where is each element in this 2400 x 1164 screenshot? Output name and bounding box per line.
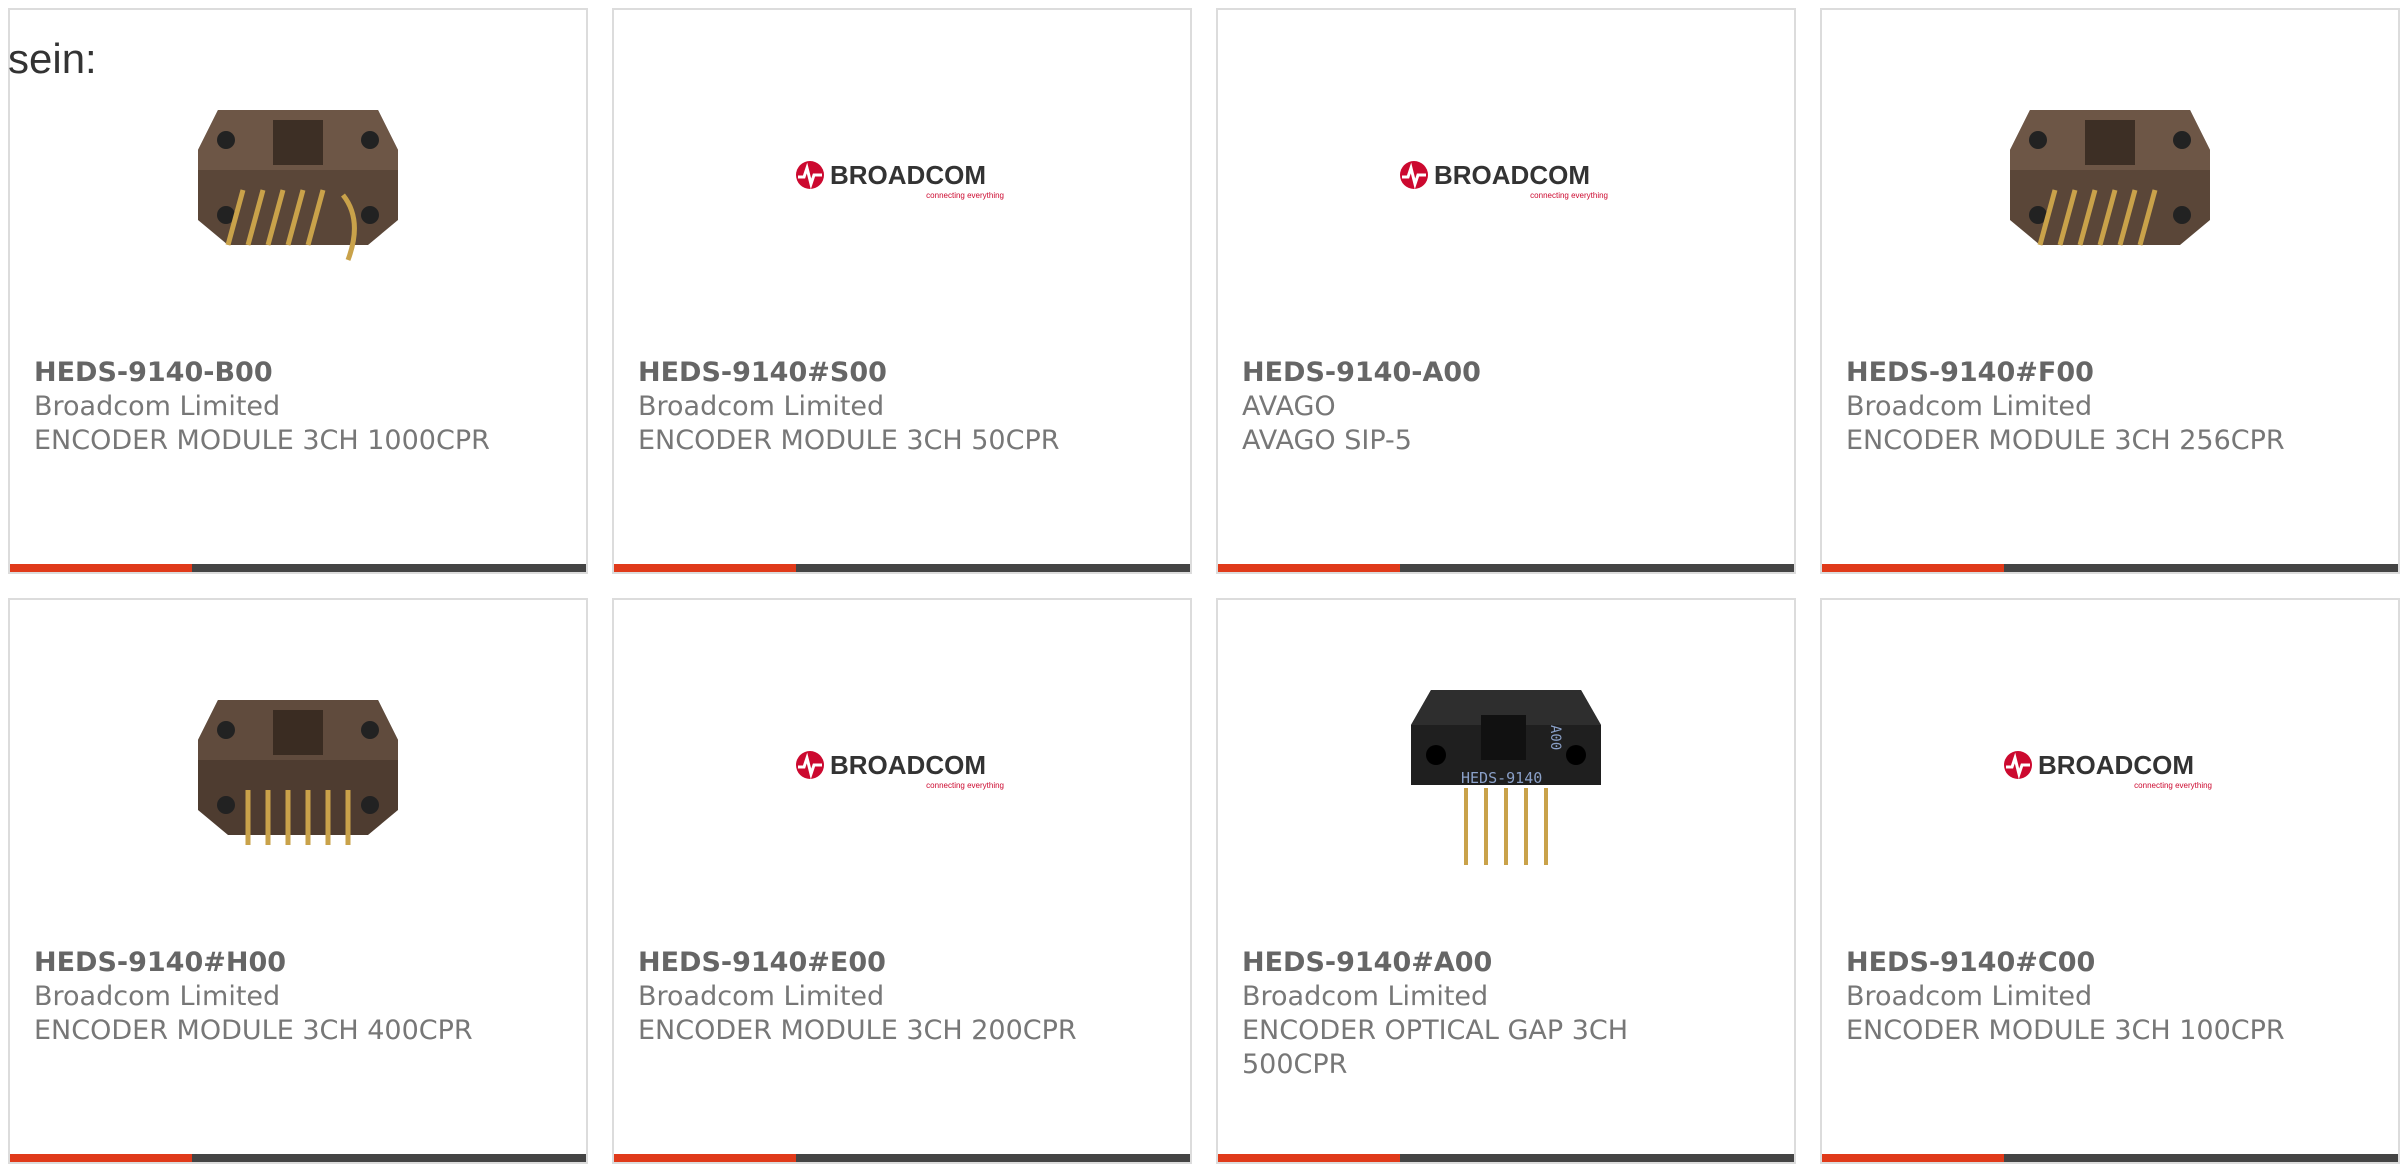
encoder-module-icon <box>198 700 398 845</box>
manufacturer: Broadcom Limited <box>638 391 885 422</box>
card-bar <box>614 1154 1190 1162</box>
logo-wordmark: BROADCOM <box>2038 750 2194 780</box>
product-info: HEDS-9140#A00 Broadcom Limited ENCODER O… <box>1242 946 1770 1082</box>
card-bar <box>614 564 1190 572</box>
product-card[interactable]: BROADCOM connecting everything HEDS-9140… <box>1820 598 2400 1164</box>
description: ENCODER MODULE 3CH 200CPR <box>638 1015 1077 1046</box>
product-info: HEDS-9140-B00 Broadcom Limited ENCODER M… <box>34 356 562 458</box>
encoder-module-icon <box>2010 110 2210 246</box>
product-info: HEDS-9140#F00 Broadcom Limited ENCODER M… <box>1846 356 2374 458</box>
card-bar <box>1822 564 2398 572</box>
product-grid: HEDS-9140-B00 Broadcom Limited ENCODER M… <box>0 0 2400 1164</box>
product-image[interactable] <box>1822 50 2398 310</box>
product-image[interactable] <box>10 640 586 900</box>
product-image[interactable] <box>10 50 586 310</box>
product-info: HEDS-9140#S00 Broadcom Limited ENCODER M… <box>638 356 1166 458</box>
product-info: HEDS-9140-A00 AVAGO AVAGO SIP-5 <box>1242 356 1770 458</box>
card-bar <box>1822 1154 2398 1162</box>
logo-tagline: connecting everything <box>1530 191 1608 200</box>
part-number[interactable]: HEDS-9140#E00 <box>638 946 1166 980</box>
intro-text: sein: <box>8 35 97 82</box>
card-bar-accent <box>10 564 192 572</box>
product-card[interactable]: BROADCOM connecting everything HEDS-9140… <box>1216 8 1796 574</box>
description: ENCODER MODULE 3CH 100CPR <box>1846 1015 2285 1046</box>
part-number[interactable]: HEDS-9140#A00 <box>1242 946 1770 980</box>
broadcom-logo-icon: BROADCOM connecting everything <box>2004 750 2212 790</box>
broadcom-logo-icon: BROADCOM connecting everything <box>1400 160 1608 200</box>
product-info: HEDS-9140#H00 Broadcom Limited ENCODER M… <box>34 946 562 1048</box>
card-bar-accent <box>1218 1154 1400 1162</box>
logo-wordmark: BROADCOM <box>830 750 986 780</box>
manufacturer: Broadcom Limited <box>1242 981 1489 1012</box>
card-bar-accent <box>614 564 796 572</box>
part-number[interactable]: HEDS-9140#C00 <box>1846 946 2374 980</box>
product-image[interactable]: BROADCOM connecting everything <box>1218 50 1794 310</box>
manufacturer: Broadcom Limited <box>34 391 281 422</box>
manufacturer: AVAGO <box>1242 391 1336 422</box>
manufacturer: Broadcom Limited <box>1846 391 2093 422</box>
description: ENCODER MODULE 3CH 256CPR <box>1846 425 2285 456</box>
chip-code: A00 <box>1547 725 1563 750</box>
encoder-module-icon <box>198 110 398 261</box>
logo-wordmark: BROADCOM <box>830 160 986 190</box>
card-bar-accent <box>1218 564 1400 572</box>
product-card[interactable]: HEDS-9140#H00 Broadcom Limited ENCODER M… <box>8 598 588 1164</box>
card-bar-accent <box>1822 1154 2004 1162</box>
description: ENCODER MODULE 3CH 1000CPR <box>34 425 490 456</box>
manufacturer: Broadcom Limited <box>34 981 281 1012</box>
product-card[interactable]: BROADCOM connecting everything HEDS-9140… <box>612 8 1192 574</box>
part-number[interactable]: HEDS-9140#F00 <box>1846 356 2374 390</box>
part-number[interactable]: HEDS-9140#S00 <box>638 356 1166 390</box>
product-image[interactable]: BROADCOM connecting everything <box>614 50 1190 310</box>
part-number[interactable]: HEDS-9140#H00 <box>34 946 562 980</box>
product-info: HEDS-9140#E00 Broadcom Limited ENCODER M… <box>638 946 1166 1048</box>
description: ENCODER OPTICAL GAP 3CH 500CPR <box>1242 1015 1629 1080</box>
logo-tagline: connecting everything <box>926 191 1004 200</box>
card-bar <box>1218 564 1794 572</box>
description: ENCODER MODULE 3CH 400CPR <box>34 1015 473 1046</box>
product-info: HEDS-9140#C00 Broadcom Limited ENCODER M… <box>1846 946 2374 1048</box>
logo-tagline: connecting everything <box>2134 781 2212 790</box>
chip-label: HEDS-9140 <box>1461 769 1542 787</box>
product-card[interactable]: BROADCOM connecting everything HEDS-9140… <box>612 598 1192 1164</box>
product-image[interactable]: BROADCOM connecting everything <box>614 640 1190 900</box>
encoder-black-icon: HEDS-9140 A00 <box>1411 690 1601 865</box>
card-bar-accent <box>1822 564 2004 572</box>
card-bar <box>1218 1154 1794 1162</box>
product-card[interactable]: HEDS-9140-B00 Broadcom Limited ENCODER M… <box>8 8 588 574</box>
part-number[interactable]: HEDS-9140-B00 <box>34 356 562 390</box>
part-number[interactable]: HEDS-9140-A00 <box>1242 356 1770 390</box>
logo-wordmark: BROADCOM <box>1434 160 1590 190</box>
product-card[interactable]: HEDS-9140#F00 Broadcom Limited ENCODER M… <box>1820 8 2400 574</box>
broadcom-logo-icon: BROADCOM connecting everything <box>796 160 1004 200</box>
product-image[interactable]: HEDS-9140 A00 <box>1218 640 1794 900</box>
card-bar <box>10 564 586 572</box>
description: ENCODER MODULE 3CH 50CPR <box>638 425 1060 456</box>
card-bar-accent <box>614 1154 796 1162</box>
logo-tagline: connecting everything <box>926 781 1004 790</box>
manufacturer: Broadcom Limited <box>638 981 885 1012</box>
card-bar-accent <box>10 1154 192 1162</box>
card-bar <box>10 1154 586 1162</box>
product-image[interactable]: BROADCOM connecting everything <box>1822 640 2398 900</box>
manufacturer: Broadcom Limited <box>1846 981 2093 1012</box>
product-card[interactable]: HEDS-9140 A00 HEDS-9140#A00 Broadcom Lim… <box>1216 598 1796 1164</box>
description: AVAGO SIP-5 <box>1242 425 1412 456</box>
broadcom-logo-icon: BROADCOM connecting everything <box>796 750 1004 790</box>
